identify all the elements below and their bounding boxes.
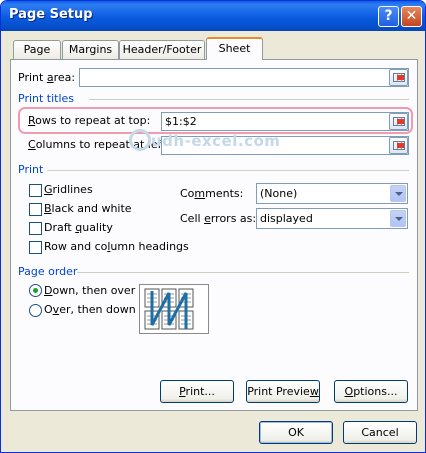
page-order-heading: Page order <box>18 265 78 278</box>
print-area-label: Print area: <box>18 71 76 84</box>
over-then-down-radio[interactable] <box>29 304 42 317</box>
window-title: Page Setup <box>9 7 93 22</box>
cell-errors-value: displayed <box>260 212 313 225</box>
comments-value: (None) <box>260 187 298 200</box>
chevron-down-icon[interactable] <box>390 185 406 202</box>
divider <box>77 272 409 273</box>
rows-highlight-annotation <box>18 107 413 134</box>
comments-label: Comments: <box>180 187 244 200</box>
gridlines-label: Gridlines <box>44 183 93 196</box>
down-then-over-radio[interactable] <box>29 284 42 297</box>
watermark-logo-icon <box>129 129 151 151</box>
black-and-white-label: Black and white <box>44 202 132 215</box>
collapse-dialog-icon[interactable] <box>389 137 408 154</box>
divider <box>89 99 409 100</box>
draft-quality-checkbox[interactable] <box>29 222 42 235</box>
row-column-headings-checkbox[interactable] <box>29 241 42 254</box>
watermark: udh-excel.com <box>151 132 281 150</box>
tab-sheet[interactable]: Sheet <box>206 37 263 60</box>
row-column-headings-label: Row and column headings <box>44 240 189 253</box>
black-and-white-checkbox[interactable] <box>29 203 42 216</box>
page-order-preview-icon <box>139 284 209 334</box>
cancel-button[interactable]: Cancel <box>343 421 417 444</box>
title-bar[interactable]: Page Setup ? ✕ <box>1 1 425 31</box>
print-button[interactable]: Print... <box>160 380 234 403</box>
print-titles-heading: Print titles <box>18 92 75 105</box>
comments-select[interactable]: (None) <box>256 183 408 204</box>
draft-quality-label: Draft quality <box>44 221 113 234</box>
print-area-input[interactable] <box>79 68 409 87</box>
options-button[interactable]: Options... <box>334 380 408 403</box>
ok-button[interactable]: OK <box>259 421 333 444</box>
print-heading: Print <box>18 163 44 176</box>
tab-page[interactable]: Page <box>13 40 61 59</box>
cell-errors-label: Cell errors as: <box>180 212 257 225</box>
divider <box>47 170 409 171</box>
cell-errors-select[interactable]: displayed <box>256 208 408 229</box>
tab-margins[interactable]: Margins <box>62 40 119 59</box>
close-icon[interactable]: ✕ <box>401 6 422 27</box>
help-icon[interactable]: ? <box>378 6 399 27</box>
print-preview-button[interactable]: Print Preview <box>246 380 320 403</box>
over-then-down-label: Over, then down <box>44 303 136 316</box>
chevron-down-icon[interactable] <box>390 210 406 227</box>
down-then-over-label: Down, then over <box>44 284 136 297</box>
collapse-dialog-icon[interactable] <box>389 69 408 86</box>
page-setup-dialog: Page Setup ? ✕ Page Margins Header/Foote… <box>0 0 426 453</box>
tab-header-footer[interactable]: Header/Footer <box>119 40 205 59</box>
gridlines-checkbox[interactable] <box>29 184 42 197</box>
